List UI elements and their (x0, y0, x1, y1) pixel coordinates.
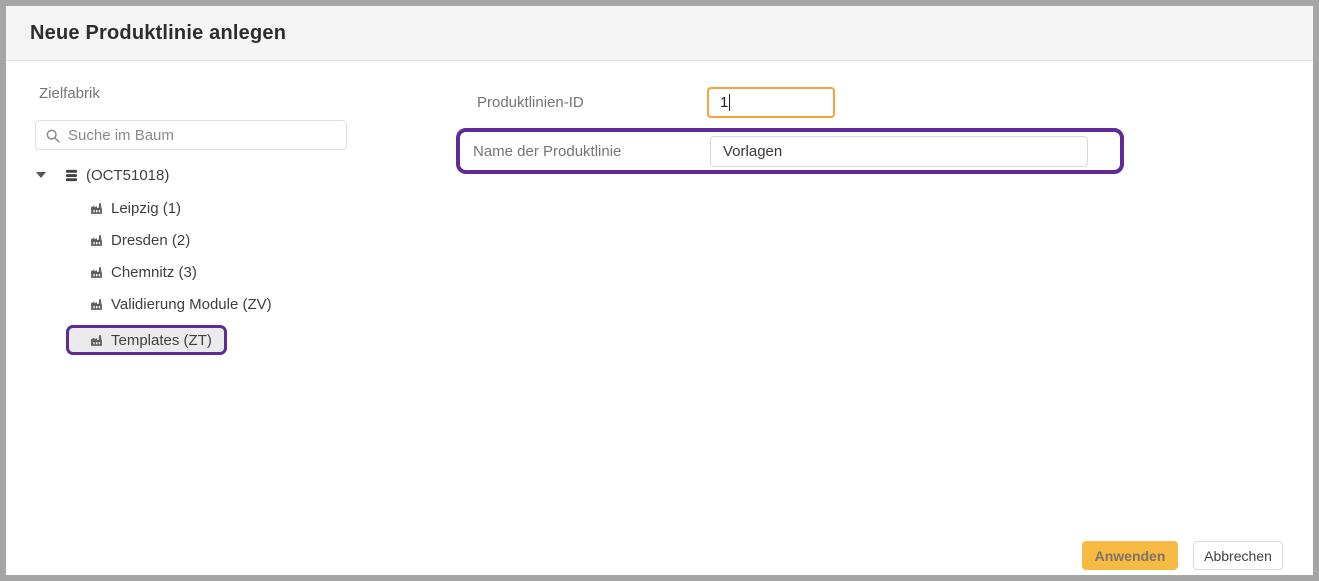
tree-node-leipzig[interactable]: Leipzig (1) (90, 197, 181, 219)
tree-node-label: Templates (ZT) (111, 332, 212, 349)
product-line-id-input[interactable]: 1 (707, 87, 835, 118)
factory-icon (90, 334, 103, 347)
factory-icon (90, 298, 103, 311)
tree-search-input[interactable] (36, 121, 346, 149)
tree-node-label: Validierung Module (ZV) (111, 296, 272, 313)
dialog-header: Neue Produktlinie anlegen (6, 6, 1313, 61)
tree-node-dresden[interactable]: Dresden (2) (90, 229, 190, 251)
tree-node-validierung-module[interactable]: Validierung Module (ZV) (90, 293, 272, 315)
tree-children: Leipzig (1) Dresden (2) Chemnitz (3) (6, 197, 272, 365)
tree-node-templates-selected[interactable]: Templates (ZT) (66, 325, 227, 355)
text-cursor (729, 94, 730, 111)
cancel-button[interactable]: Abbrechen (1193, 541, 1283, 570)
tree-root-node[interactable]: (OCT51018) (36, 164, 169, 186)
dialog-title: Neue Produktlinie anlegen (30, 22, 286, 45)
tree-root-label: (OCT51018) (86, 167, 169, 184)
dialog-body: Zielfabrik (OCT51018) (6, 61, 1313, 575)
factory-icon (90, 202, 103, 215)
product-line-id-value: 1 (720, 94, 728, 111)
tree-node-chemnitz[interactable]: Chemnitz (3) (90, 261, 197, 283)
factory-icon (90, 266, 103, 279)
target-factory-heading: Zielfabrik (39, 85, 100, 102)
product-line-name-input[interactable] (710, 136, 1088, 167)
tree-node-label: Dresden (2) (111, 232, 190, 249)
apply-button[interactable]: Anwenden (1082, 541, 1178, 570)
caret-down-icon[interactable] (36, 172, 46, 178)
factory-icon (90, 234, 103, 247)
product-line-id-label: Produktlinien-ID (477, 94, 584, 111)
tree-search-box (35, 120, 347, 150)
product-line-name-label: Name der Produktlinie (473, 143, 621, 160)
new-product-line-dialog: Neue Produktlinie anlegen Zielfabrik (0, 0, 1319, 581)
tree-node-label: Chemnitz (3) (111, 264, 197, 281)
tree-node-label: Leipzig (1) (111, 200, 181, 217)
database-icon (64, 168, 79, 183)
